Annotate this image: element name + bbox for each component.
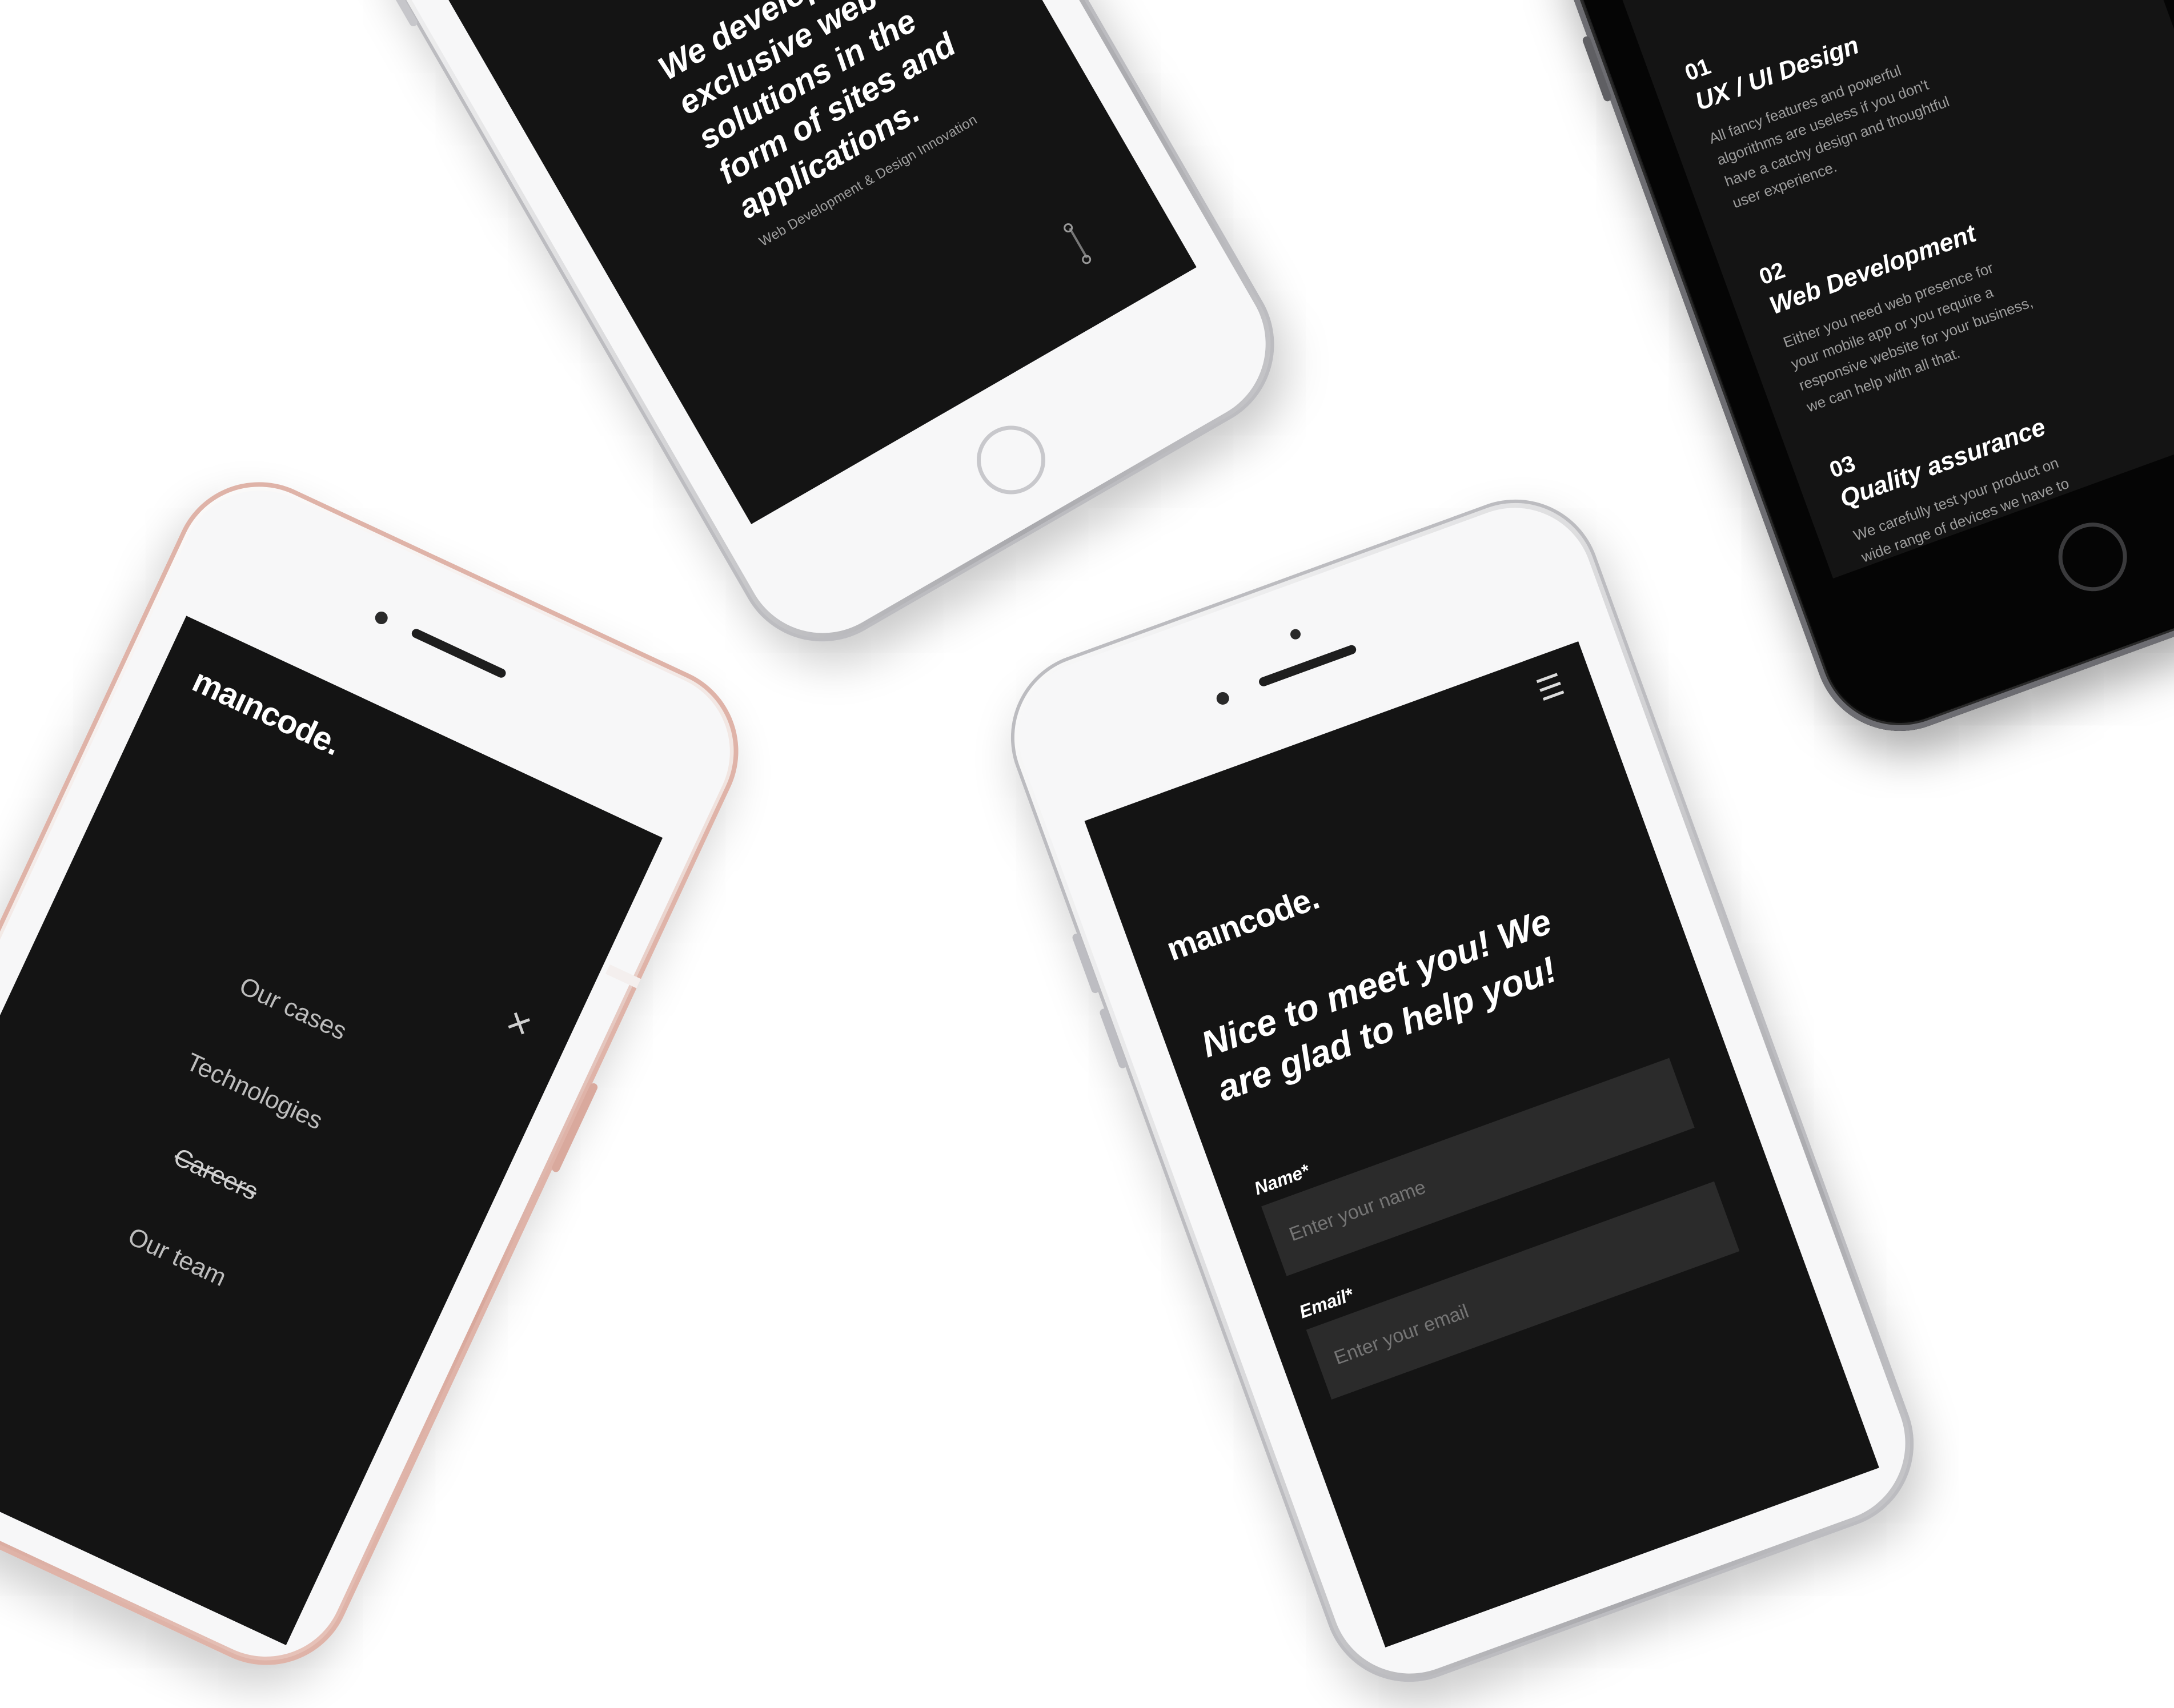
- phone-contact-screen: ☰ maıncode. Nice to meet you! We are gla…: [1084, 641, 1879, 1647]
- service-item: 02 Web Development Either you need web p…: [1756, 180, 2047, 418]
- phone-menu-mockup: maıncode. × Our cases Technologies Caree…: [0, 454, 767, 1693]
- brand-logo[interactable]: maıncode.: [1162, 878, 1324, 968]
- volume-button-icon: [380, 0, 419, 28]
- phone-contact-mockup: ☰ maıncode. Nice to meet you! We are gla…: [986, 475, 1938, 1706]
- service-description: Either you need web presence for your mo…: [1780, 259, 2035, 416]
- service-description: All fancy features and powerful algorith…: [1706, 61, 1952, 212]
- close-icon[interactable]: ×: [499, 998, 540, 1049]
- hamburger-menu-icon[interactable]: ☰: [1533, 667, 1569, 708]
- scroll-indicator-icon[interactable]: [1062, 222, 1093, 266]
- service-item: 01 UX / UI Design All fancy features and…: [1682, 0, 1973, 214]
